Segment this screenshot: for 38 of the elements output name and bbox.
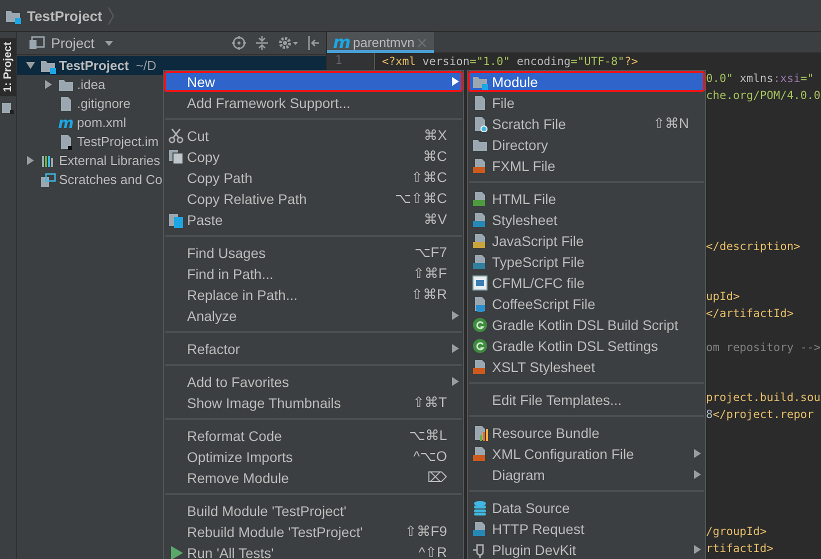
code-line: rtifactId> xyxy=(706,542,774,556)
shortcut: ⇧⌘T xyxy=(412,394,447,410)
shortcut: ⇧⌘N xyxy=(653,115,689,131)
tree-item-label: Scratches and Co xyxy=(59,172,162,187)
window-title: TestProject xyxy=(27,8,102,24)
tree-item-label: TestProject.im xyxy=(77,134,159,149)
shortcut: ⌘V xyxy=(424,211,447,227)
shortcut: ^⌥O xyxy=(413,448,447,464)
code-line: om repository --> xyxy=(706,340,821,355)
code-line: project.build.sou xyxy=(706,390,821,405)
tree-item-label: External Libraries xyxy=(59,153,160,168)
code-line: 0.0" xmlns:xsi=" xyxy=(706,72,814,86)
tree-item-label: TestProject xyxy=(59,58,129,73)
shortcut: ⇧⌘F9 xyxy=(404,523,447,539)
shortcut: ⌘C xyxy=(422,148,447,164)
shortcut: ⌘X xyxy=(424,127,447,143)
shortcut: ⇧⌘R xyxy=(411,286,447,302)
shortcut: ⇧⌘C xyxy=(411,169,447,185)
file-type-letter: m xyxy=(58,114,74,130)
shortcut: ⌥F7 xyxy=(414,244,447,260)
tree-item-label: .idea xyxy=(77,77,106,92)
code-line: <?xml version="1.0" encoding="UTF-8"?> xyxy=(382,55,638,69)
code-line: che.org/POM/4.0.0 xyxy=(706,88,821,103)
code-line: upId> xyxy=(706,290,740,304)
project-path: ~/D xyxy=(136,58,156,73)
code-line: </description> xyxy=(706,240,800,254)
shortcut: ⌥⌘L xyxy=(409,427,447,443)
shortcut: ^⇧R xyxy=(418,544,447,559)
code-line: /groupId> xyxy=(706,525,767,540)
tree-item-label: pom.xml xyxy=(77,115,126,130)
shortcut: ⇧⌘F xyxy=(412,265,447,281)
shortcut: ⌥⇧⌘C xyxy=(395,190,447,206)
tree-item-label: .gitignore xyxy=(77,96,130,111)
tab-label: parentmvn xyxy=(353,35,414,50)
code-line: </artifactId> xyxy=(706,306,794,321)
code-line: 8</project.repor xyxy=(706,408,814,422)
shortcut: ⌦ xyxy=(427,469,447,485)
file-type-letter: m xyxy=(333,34,349,50)
